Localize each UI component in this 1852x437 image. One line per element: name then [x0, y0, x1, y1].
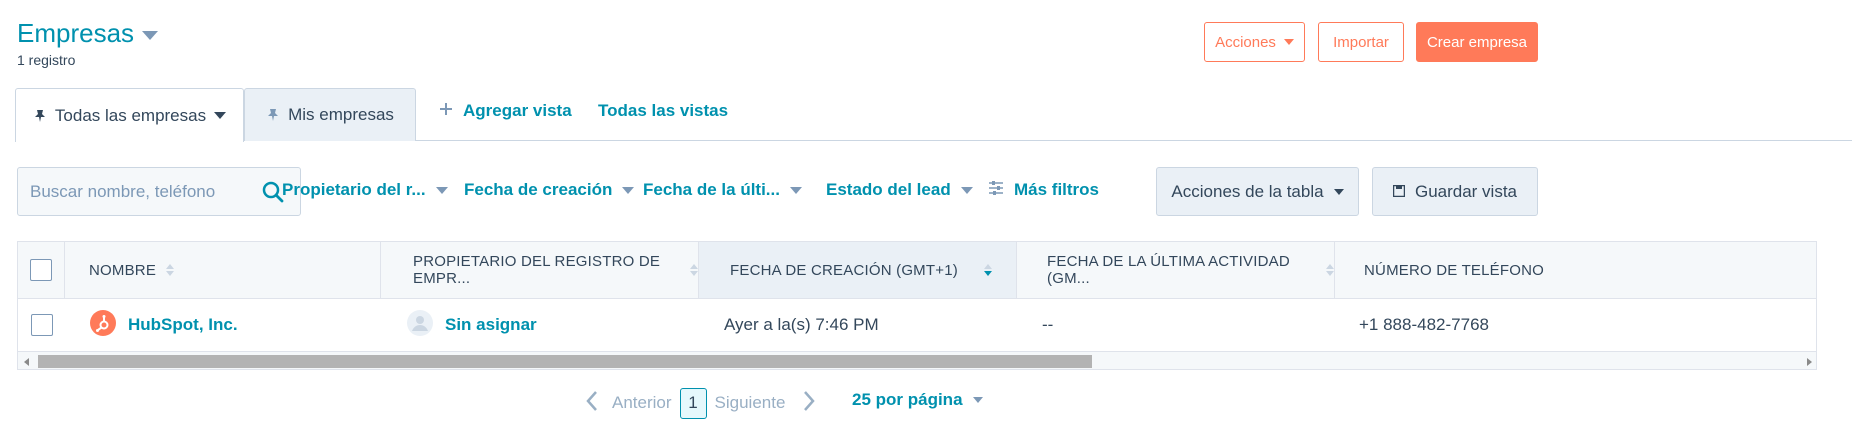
chevron-down-icon [1283, 39, 1294, 45]
sort-icon [1326, 264, 1334, 276]
chevron-left-icon[interactable] [586, 390, 598, 417]
chevron-down-icon [142, 31, 159, 40]
chevron-down-icon [622, 186, 635, 194]
chevron-down-icon [1333, 188, 1344, 195]
search-input[interactable] [30, 181, 245, 202]
all-views-link[interactable]: Todas las vistas [598, 101, 728, 121]
tab-my-companies-label: Mis empresas [288, 105, 394, 124]
all-views-label: Todas las vistas [598, 101, 729, 120]
more-filters-label: Más filtros [1014, 180, 1100, 199]
select-all-cell [18, 242, 65, 298]
more-filters-button[interactable]: Más filtros [988, 180, 1099, 200]
scroll-right-icon[interactable] [1807, 358, 1812, 366]
next-page-button[interactable]: Siguiente [715, 393, 786, 413]
add-view-link[interactable]: Agregar vista [439, 101, 572, 121]
column-owner-label: PROPIETARIO DEL REGISTRO DE EMPR... [413, 253, 661, 287]
row-checkbox[interactable] [30, 314, 53, 336]
owner-link[interactable]: Sin asignar [445, 315, 537, 335]
cell-last-activity: -- [1042, 315, 1054, 334]
table-actions-label: Acciones de la tabla [1171, 181, 1324, 201]
companies-table: NOMBRE PROPIETARIO DEL REGISTRO DE EMPR.… [17, 241, 1817, 370]
company-name-link[interactable]: HubSpot, Inc. [128, 315, 238, 335]
add-view-label: Agregar vista [463, 101, 572, 120]
filter-last-activity-label: Fecha de la últi... [643, 180, 780, 199]
save-icon [1392, 182, 1406, 202]
chevron-down-icon [214, 112, 227, 119]
avatar-icon [407, 309, 433, 341]
tab-all-companies[interactable]: Todas las empresas [15, 88, 244, 142]
scroll-left-icon[interactable] [24, 358, 29, 366]
horizontal-scrollbar[interactable] [18, 351, 1816, 369]
search-box [17, 167, 301, 216]
per-page-dropdown[interactable]: 25 por página [852, 390, 983, 410]
filter-lead-status-label: Estado del lead [826, 180, 951, 199]
save-view-label: Guardar vista [1414, 181, 1518, 201]
sort-icon [166, 264, 175, 276]
pagination: Anterior 1 Siguiente [586, 387, 816, 419]
filter-created-label: Fecha de creación [464, 180, 613, 199]
row-select-cell [18, 299, 65, 351]
filter-last-activity[interactable]: Fecha de la últi... [643, 180, 802, 200]
cell-name: HubSpot, Inc. [90, 299, 238, 351]
column-last-activity-label: FECHA DE LA ÚLTIMA ACTIVIDAD (GM... [1047, 253, 1290, 287]
hubspot-logo-icon [90, 309, 116, 341]
table-row: HubSpot, Inc. Sin asignar Ayer a la(s) 7… [18, 299, 1816, 351]
scrollbar-thumb[interactable] [38, 355, 1092, 368]
pin-icon [266, 108, 280, 122]
tab-my-companies[interactable]: Mis empresas [244, 88, 416, 141]
column-header-phone[interactable]: NÚMERO DE TELÉFONO [1335, 242, 1816, 298]
chevron-down-icon [972, 397, 983, 403]
cell-created: Ayer a la(s) 7:46 PM [724, 315, 879, 334]
chevron-right-icon[interactable] [803, 390, 816, 417]
sliders-icon [988, 180, 1004, 200]
column-created-label: FECHA DE CREACIÓN (GMT+1) [730, 261, 958, 279]
chevron-down-icon [960, 186, 973, 194]
page-title-text: Empresas [17, 18, 135, 48]
import-button-label: Importar [1333, 33, 1389, 51]
actions-button-label: Acciones [1215, 33, 1276, 51]
column-header-last-activity[interactable]: FECHA DE LA ÚLTIMA ACTIVIDAD (GM... [1017, 242, 1335, 298]
column-header-owner[interactable]: PROPIETARIO DEL REGISTRO DE EMPR... [381, 242, 699, 298]
sort-icon [690, 264, 698, 276]
create-company-button[interactable]: Crear empresa [1416, 22, 1538, 62]
filter-owner-label: Propietario del r... [282, 180, 426, 199]
plus-icon [439, 101, 453, 121]
actions-button[interactable]: Acciones [1204, 22, 1305, 62]
current-page[interactable]: 1 [679, 387, 707, 419]
cell-owner: Sin asignar [407, 299, 537, 351]
filter-owner[interactable]: Propietario del r... [282, 180, 448, 200]
table-actions-button[interactable]: Acciones de la tabla [1156, 167, 1359, 216]
column-name-label: NOMBRE [89, 261, 157, 279]
chevron-down-icon [789, 186, 802, 194]
select-all-checkbox[interactable] [30, 259, 52, 281]
pin-icon [33, 109, 47, 123]
prev-page-button[interactable]: Anterior [612, 393, 672, 413]
chevron-down-icon [435, 186, 448, 194]
import-button[interactable]: Importar [1318, 22, 1404, 62]
filter-created-date[interactable]: Fecha de creación [464, 180, 635, 200]
save-view-button[interactable]: Guardar vista [1372, 167, 1538, 216]
cell-phone: +1 888-482-7768 [1359, 315, 1489, 334]
table-header: NOMBRE PROPIETARIO DEL REGISTRO DE EMPR.… [18, 242, 1816, 299]
page-title[interactable]: Empresas [17, 18, 159, 49]
per-page-label: 25 por página [852, 390, 963, 409]
search-icon[interactable] [262, 181, 284, 208]
tab-all-companies-label: Todas las empresas [54, 105, 207, 125]
record-count: 1 registro [17, 52, 76, 68]
sort-desc-icon [984, 264, 992, 276]
create-company-button-label: Crear empresa [1426, 33, 1528, 51]
filter-lead-status[interactable]: Estado del lead [826, 180, 973, 200]
column-header-name[interactable]: NOMBRE [65, 242, 381, 298]
column-phone-label: NÚMERO DE TELÉFONO [1364, 261, 1545, 279]
column-header-created[interactable]: FECHA DE CREACIÓN (GMT+1) [699, 242, 1017, 298]
